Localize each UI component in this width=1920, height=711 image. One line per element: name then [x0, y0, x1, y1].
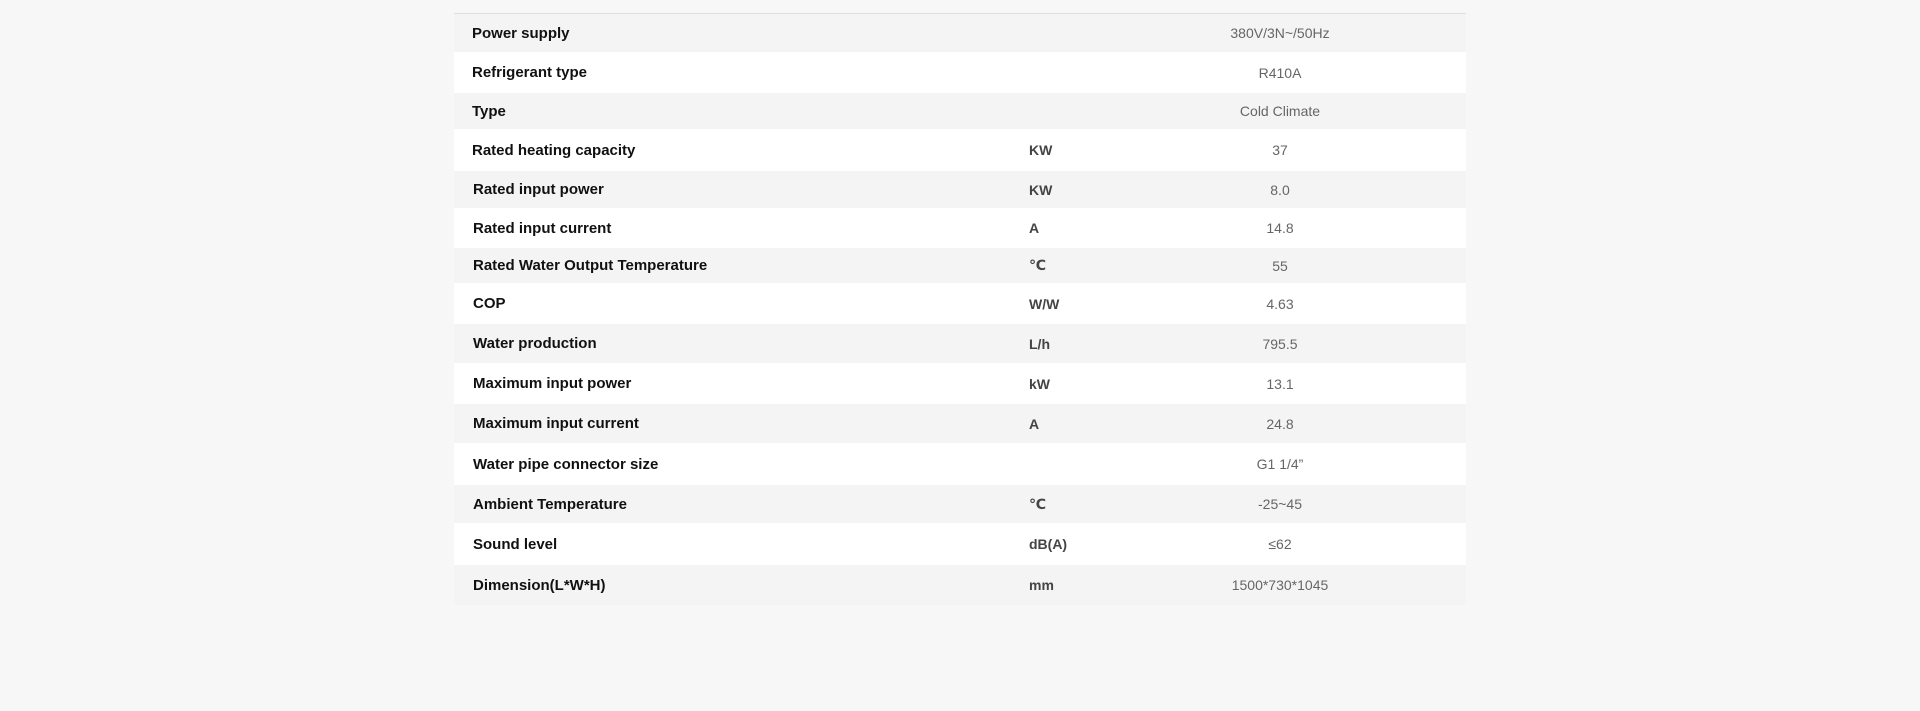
spec-unit: dB(A)	[1029, 536, 1068, 552]
spec-name: Power supply	[472, 24, 570, 42]
spec-value: 37	[1272, 142, 1288, 158]
spec-value: 1500*730*1045	[1231, 577, 1329, 593]
spec-row-rated-water-output-temperature: Rated Water Output Temperature ℃ 55	[454, 248, 1466, 283]
spec-row-maximum-input-power: Maximum input power kW 13.1	[454, 363, 1466, 404]
spec-name: Water production	[473, 335, 597, 352]
spec-row-maximum-input-current: Maximum input current A 24.8	[454, 404, 1466, 443]
spec-row-refrigerant-type: Refrigerant type R410A	[454, 52, 1466, 93]
spec-unit: ℃	[1029, 495, 1046, 512]
spec-row-power-supply: Power supply 380V/3N~/50Hz	[454, 14, 1466, 52]
spec-name: Rated heating capacity	[472, 141, 636, 159]
spec-value: -25~45	[1258, 496, 1302, 512]
spec-value: 380V/3N~/50Hz	[1230, 25, 1330, 41]
spec-row-water-pipe-connector-size: Water pipe connector size G1 1/4”	[454, 443, 1466, 485]
spec-unit: KW	[1029, 142, 1053, 158]
spec-name: Rated Water Output Temperature	[473, 257, 708, 274]
spec-name: Maximum input current	[473, 415, 639, 432]
spec-name: Ambient Temperature	[473, 495, 627, 513]
spec-name: Rated input current	[473, 219, 612, 237]
spec-value: ≤62	[1268, 536, 1292, 552]
spec-value: 13.1	[1266, 375, 1294, 392]
spec-row-rated-input-power: Rated input power KW 8.0	[454, 171, 1466, 208]
spec-table: Power supply 380V/3N~/50Hz Refrigerant t…	[454, 13, 1466, 605]
spec-row-type: Type Cold Climate	[454, 93, 1466, 129]
spec-row-cop: COP W/W 4.63	[454, 283, 1466, 324]
spec-unit: KW	[1029, 181, 1053, 198]
spec-value: 24.8	[1266, 415, 1294, 432]
spec-unit: ℃	[1029, 257, 1046, 273]
spec-name: Refrigerant type	[472, 64, 588, 81]
spec-unit: kW	[1029, 375, 1050, 392]
spec-value: Cold Climate	[1239, 103, 1321, 119]
spec-unit: mm	[1029, 577, 1054, 593]
spec-value: G1 1/4”	[1256, 456, 1304, 472]
spec-name: Type	[472, 102, 506, 120]
spec-value: R410A	[1258, 64, 1302, 81]
spec-value: 14.8	[1266, 220, 1294, 236]
spec-row-dimension: Dimension(L*W*H) mm 1500*730*1045	[454, 565, 1466, 605]
spec-name: Dimension(L*W*H)	[473, 576, 606, 594]
spec-value: 795.5	[1262, 335, 1298, 352]
spec-unit: A	[1029, 415, 1040, 432]
spec-unit: W/W	[1029, 295, 1060, 312]
spec-row-rated-input-current: Rated input current A 14.8	[454, 208, 1466, 248]
spec-row-sound-level: Sound level dB(A) ≤62	[454, 523, 1466, 565]
spec-value: 55	[1272, 257, 1288, 274]
spec-name: COP	[473, 295, 506, 312]
spec-name: Rated input power	[473, 181, 604, 198]
spec-row-ambient-temperature: Ambient Temperature ℃ -25~45	[454, 485, 1466, 523]
spec-value: 4.63	[1266, 295, 1294, 312]
spec-unit: A	[1029, 220, 1040, 236]
spec-name: Sound level	[473, 535, 558, 553]
spec-unit: L/h	[1029, 335, 1050, 352]
spec-row-rated-heating-capacity: Rated heating capacity KW 37	[454, 129, 1466, 171]
spec-name: Water pipe connector size	[473, 455, 659, 473]
spec-row-water-production: Water production L/h 795.5	[454, 324, 1466, 363]
spec-value: 8.0	[1270, 181, 1290, 198]
spec-name: Maximum input power	[473, 375, 632, 392]
